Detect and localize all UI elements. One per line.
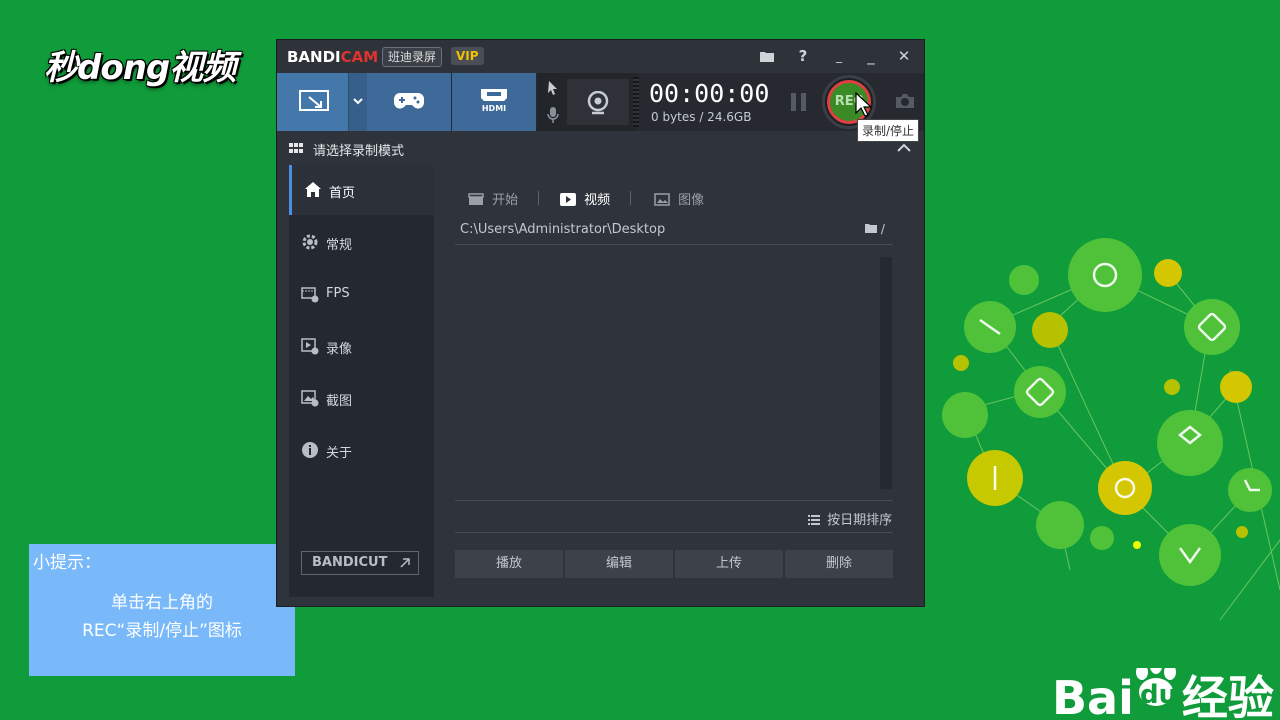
sidebar-item-label: 首页 <box>329 186 356 201</box>
svg-text:HDMI: HDMI <box>482 104 506 113</box>
gamepad-icon <box>394 93 424 109</box>
title-bar: BANDICAM 班迪录屏 VIP ? _ _ ✕ <box>277 40 924 73</box>
tip-line-1: 单击右上角的 <box>111 593 213 613</box>
list-icon <box>808 515 820 525</box>
tab-separator <box>538 191 539 205</box>
file-list-scrollbar[interactable] <box>880 257 892 489</box>
bandicut-label: BANDICUT <box>312 555 388 570</box>
home-icon <box>305 182 321 197</box>
toolbar-separator <box>633 77 639 127</box>
fps-icon <box>301 287 319 303</box>
pause-button[interactable] <box>791 93 807 111</box>
sort-by-date-button[interactable]: 按日期排序 <box>808 509 892 528</box>
output-folder-path: C:\Users\Administrator\Desktop <box>460 222 666 237</box>
brand-logo: 秒dong视频 <box>44 48 236 88</box>
sidebar-item-home[interactable]: 首页 <box>289 165 434 215</box>
grid-icon <box>289 143 303 153</box>
browse-folder-button[interactable]: / <box>865 222 885 236</box>
recording-timer: 00:00:00 <box>649 79 770 108</box>
divider <box>455 244 893 245</box>
mini-mode-button[interactable]: _ <box>827 44 851 68</box>
sidebar-item-general[interactable]: 常规 <box>289 217 434 267</box>
external-link-icon <box>400 558 410 568</box>
folder-icon <box>760 52 774 62</box>
clapperboard-icon <box>468 193 484 205</box>
home-content-panel: 开始 视频 图像 C:\Users\Administrator\Desktop … <box>434 165 914 597</box>
path-suffix: / <box>880 222 885 236</box>
help-button[interactable]: ? <box>791 44 815 68</box>
cursor-effect-icon[interactable] <box>546 80 560 96</box>
tab-video-label: 视频 <box>584 193 611 208</box>
edit-button[interactable]: 编辑 <box>565 550 673 578</box>
file-actions: 播放 编辑 上传 删除 <box>455 550 893 578</box>
screen-mode-dropdown[interactable] <box>348 73 367 131</box>
webcam-area <box>537 73 637 131</box>
rec-tooltip: 录制/停止 <box>857 119 920 142</box>
sidebar-item-label: 录像 <box>326 342 353 357</box>
screen-mode-button[interactable] <box>277 73 349 131</box>
play-icon <box>560 193 576 206</box>
sidebar-item-video[interactable]: 录像 <box>289 321 434 371</box>
product-name-badge: 班迪录屏 <box>382 47 443 67</box>
tab-start-label: 开始 <box>492 193 519 208</box>
vip-badge: VIP <box>451 47 484 65</box>
sidebar-item-label: FPS <box>326 286 350 301</box>
tip-line-2: REC“录制/停止”图标 <box>82 621 242 641</box>
sidebar-item-screenshot[interactable]: 截图 <box>289 373 434 423</box>
decorative-brain-graphic <box>942 238 1280 621</box>
chevron-down-icon <box>353 98 363 105</box>
watermark-text-mid: du <box>1140 680 1178 710</box>
sidebar: 首页 常规 FPS 录像 截图 关于 BANDICUT <box>289 165 434 597</box>
sidebar-item-label: 截图 <box>326 394 353 409</box>
mouse-pointer-icon <box>855 92 873 117</box>
microphone-icon[interactable] <box>547 106 559 124</box>
baidu-watermark: Bai du 经验 <box>1052 668 1274 720</box>
capture-toolbar: HDMI 00:00:00 0 bytes / 24.6GB REC <box>277 73 924 131</box>
divider <box>455 532 893 533</box>
delete-button[interactable]: 删除 <box>785 550 893 578</box>
tab-image-label: 图像 <box>678 193 705 208</box>
bandicam-window: BANDICAM 班迪录屏 VIP ? _ _ ✕ HDMI 00:00:00 … <box>276 39 925 607</box>
hdmi-icon: HDMI <box>481 89 507 113</box>
play-button[interactable]: 播放 <box>455 550 563 578</box>
tip-title: 小提示： <box>33 553 101 573</box>
webcam-icon <box>587 91 609 115</box>
sort-label: 按日期排序 <box>827 513 893 528</box>
chevron-up-icon[interactable] <box>897 143 911 152</box>
folder-icon <box>865 224 877 233</box>
hdmi-mode-button[interactable]: HDMI <box>452 73 536 131</box>
file-list[interactable] <box>455 257 880 489</box>
minimize-button[interactable]: _ <box>859 44 883 68</box>
sidebar-item-about[interactable]: 关于 <box>289 425 434 475</box>
webcam-button[interactable] <box>567 79 629 125</box>
sidebar-item-label: 关于 <box>326 446 353 461</box>
bandicam-logo: BANDICAM <box>287 48 379 66</box>
mode-select-bar[interactable]: 请选择录制模式 <box>277 131 924 165</box>
divider <box>455 500 893 501</box>
screen-select-icon <box>299 90 329 111</box>
tab-separator <box>630 191 631 205</box>
sidebar-item-fps[interactable]: FPS <box>289 269 434 319</box>
image-icon <box>654 193 670 206</box>
gear-icon <box>302 234 318 250</box>
upload-button[interactable]: 上传 <box>675 550 783 578</box>
screenshot-icon <box>301 390 319 407</box>
tip-box: 小提示： 单击右上角的 REC“录制/停止”图标 <box>29 544 295 676</box>
file-size-readout: 0 bytes / 24.6GB <box>651 110 752 124</box>
tab-image[interactable]: 图像 <box>654 189 704 208</box>
tab-video[interactable]: 视频 <box>560 189 610 208</box>
close-button[interactable]: ✕ <box>892 44 916 68</box>
tab-start[interactable]: 开始 <box>468 189 518 208</box>
watermark-text-right: 经验 <box>1181 671 1274 720</box>
bandicut-button[interactable]: BANDICUT <box>301 551 419 575</box>
mode-select-label: 请选择录制模式 <box>313 144 405 159</box>
video-record-icon <box>301 338 319 355</box>
game-mode-button[interactable] <box>367 73 451 131</box>
camera-icon[interactable] <box>895 93 915 109</box>
open-folder-button[interactable] <box>755 44 779 68</box>
info-icon <box>302 442 318 458</box>
sidebar-item-label: 常规 <box>326 238 353 253</box>
watermark-text-left: Bai <box>1052 671 1134 720</box>
